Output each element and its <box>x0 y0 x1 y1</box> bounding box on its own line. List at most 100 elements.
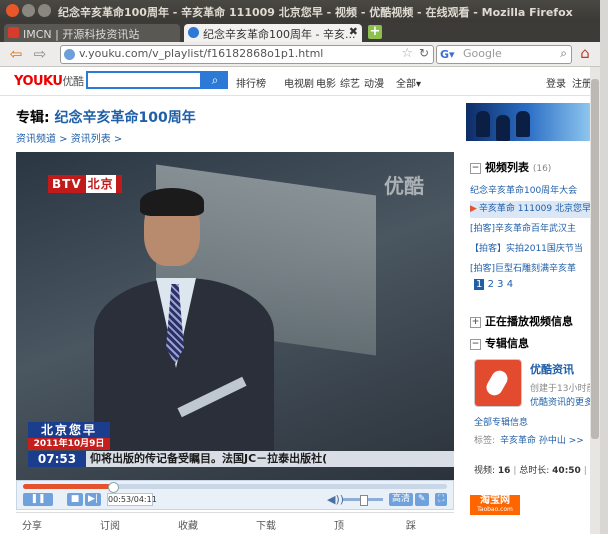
now-playing-section-title[interactable]: + 正在播放视频信息 <box>470 313 590 330</box>
program-date: 2011年10月9日 <box>28 438 110 450</box>
site-identity-icon[interactable] <box>64 49 75 60</box>
taobao-ad[interactable]: 淘宝网 Taobao.com <box>470 495 520 515</box>
next-icon: ▶| <box>88 494 98 504</box>
downvote-action[interactable]: 踩 <box>406 517 416 532</box>
album-info-section-title[interactable]: − 专辑信息 <box>470 335 590 352</box>
youku-logo[interactable]: YOUKU优酷 <box>14 73 84 89</box>
new-tab-button[interactable]: + <box>368 25 382 39</box>
channel-avatar[interactable] <box>474 359 522 407</box>
bookmark-star-icon[interactable]: ☆ <box>401 46 413 61</box>
imcn-favicon-icon <box>8 27 19 38</box>
vertical-scrollbar[interactable] <box>590 67 600 534</box>
upvote-action[interactable]: 顶 <box>334 517 344 532</box>
nav-ranking[interactable]: 排行榜 <box>236 75 266 90</box>
news-ticker: 仰将出版的传记备受瞩目。法国JC－拉泰出版社( <box>86 451 454 467</box>
nav-all[interactable]: 全部▾ <box>396 75 421 90</box>
progress-bar[interactable] <box>23 482 447 493</box>
window-titlebar: 纪念辛亥革命100周年 - 辛亥革命 111009 北京您早 - 视频 - 优酷… <box>0 0 600 22</box>
favorite-action[interactable]: 收藏 <box>178 517 198 532</box>
tab-youku-label: 纪念辛亥革命100周年 - 辛亥... <box>203 28 356 41</box>
search-magnifier-icon[interactable]: ⌕ <box>560 46 567 61</box>
btv-channel-logo: BTV 北京 <box>48 175 122 193</box>
progress-knob[interactable] <box>108 482 120 493</box>
nav-variety[interactable]: 综艺 <box>340 75 360 90</box>
page-link-3[interactable]: 3 <box>497 279 503 290</box>
page-content: YOUKU优酷 ⌕ 排行榜 电视剧 电影 综艺 动漫 全部▾ 登录 注册 专辑:… <box>0 67 600 534</box>
nav-anime[interactable]: 动漫 <box>364 75 384 90</box>
tags-links[interactable]: 辛亥革命 孙中山 >> <box>500 433 584 446</box>
url-bar[interactable]: v.youku.com/v_playlist/f16182868o1p1.htm… <box>60 45 434 64</box>
microphone-icon <box>483 367 511 399</box>
download-action[interactable]: 下载 <box>256 517 276 532</box>
youku-favicon-icon <box>188 27 199 38</box>
video-player[interactable]: BTV 北京 优酷 北京您早 2011年10月9日 07:53 仰将出版的传记备受… <box>16 152 454 480</box>
maximize-window-button[interactable] <box>38 4 51 17</box>
playlist-item[interactable]: [拍客]辛亥革命百年武汉主 <box>470 221 592 238</box>
next-button[interactable]: ▶| <box>85 493 101 506</box>
tab-imcn-label: IMCN | 开源科技资讯站 <box>23 28 140 41</box>
page-link-4[interactable]: 4 <box>507 279 513 290</box>
album-title: 专辑: 纪念辛亥革命100周年 <box>16 110 196 126</box>
tab-bar: IMCN | 开源科技资讯站 纪念辛亥革命100周年 - 辛亥... ✖ <box>0 22 600 42</box>
program-clock: 07:53 <box>28 451 86 467</box>
close-window-button[interactable] <box>6 4 19 17</box>
google-search-engine-icon[interactable]: G▾ <box>440 48 455 61</box>
playlist-item[interactable]: [拍客]巨型石雕刻满辛亥革 <box>470 261 592 278</box>
progress-fill <box>23 484 113 489</box>
playlist-item-current[interactable]: ▶ 辛亥革命 111009 北京您早 <box>470 201 592 218</box>
pause-button[interactable]: ❚❚ <box>23 493 53 506</box>
nav-movies[interactable]: 电影 <box>316 75 336 90</box>
channel-more-link[interactable]: 优酷资讯的更多 <box>530 395 593 408</box>
window-title: 纪念辛亥革命100周年 - 辛亥革命 111009 北京您早 - 视频 - 优酷… <box>58 6 573 19</box>
forward-arrow-icon[interactable]: ⇨ <box>30 45 50 63</box>
pause-icon: ❚❚ <box>30 494 46 504</box>
playlist-item[interactable]: 纪念辛亥革命100周年大会 <box>470 183 592 200</box>
stop-icon: ■ <box>70 494 80 504</box>
back-arrow-icon[interactable]: ⇦ <box>6 45 26 63</box>
search-icon: ⌕ <box>211 73 219 87</box>
volume-knob[interactable] <box>360 495 368 506</box>
collapse-icon[interactable]: − <box>470 162 481 174</box>
login-link[interactable]: 登录 <box>546 75 566 90</box>
share-action[interactable]: 分享 <box>22 517 42 532</box>
all-albums-link[interactable]: 全部专辑信息 <box>474 415 528 428</box>
youku-search-button[interactable]: ⌕ <box>202 71 228 89</box>
minimize-window-button[interactable] <box>22 4 35 17</box>
search-placeholder: Google <box>463 47 502 60</box>
quality-button[interactable]: 高清 <box>389 493 414 506</box>
page-link-2[interactable]: 2 <box>488 279 494 290</box>
nav-tv[interactable]: 电视剧 <box>284 75 314 90</box>
youku-watermark: 优酷 <box>384 174 424 198</box>
now-playing-icon: ▶ <box>470 204 477 214</box>
tab-imcn[interactable]: IMCN | 开源科技资讯站 <box>4 24 180 42</box>
scrollbar-thumb[interactable] <box>591 79 599 439</box>
subscribe-action[interactable]: 订阅 <box>100 517 120 532</box>
video-actions: 分享 订阅 收藏 下载 顶 踩 <box>16 512 454 534</box>
fullscreen-icon[interactable]: ⛶ <box>435 493 448 506</box>
time-display: 00:53/04:11 <box>107 493 157 506</box>
stop-button[interactable]: ■ <box>67 493 83 506</box>
collapse-icon[interactable]: − <box>470 338 481 350</box>
breadcrumb[interactable]: 资讯频道 > 资讯列表 > <box>16 130 122 145</box>
album-stats: 视频: 16 | 总时长: 40:50 | 总播 <box>474 466 600 476</box>
tab-youku[interactable]: 纪念辛亥革命100周年 - 辛亥... ✖ <box>184 24 362 42</box>
youku-search-input[interactable] <box>86 71 202 89</box>
expand-icon[interactable]: + <box>470 316 481 328</box>
volume-slider[interactable] <box>343 495 383 506</box>
reload-icon[interactable]: ↻ <box>419 46 429 60</box>
playlist-pagination: 1 2 3 4 <box>474 279 513 290</box>
playlist-section-title[interactable]: − 视频列表 (16) <box>470 159 590 176</box>
page-link-1[interactable]: 1 <box>474 279 485 290</box>
navigation-toolbar: ⇦ ⇨ v.youku.com/v_playlist/f16182868o1p1… <box>0 42 600 67</box>
news-caption-bar: 北京您早 2011年10月9日 07:53 仰将出版的传记备受瞩目。法国JC－拉… <box>16 418 454 467</box>
promo-banner[interactable] <box>466 103 590 141</box>
channel-name[interactable]: 优酷资讯 <box>530 361 574 377</box>
register-link[interactable]: 注册 <box>572 75 592 90</box>
search-box[interactable]: G▾ Google ⌕ <box>436 45 572 64</box>
settings-icon[interactable]: ✎ <box>415 493 429 506</box>
volume-icon[interactable]: ◀)) <box>327 493 344 506</box>
close-tab-icon[interactable]: ✖ <box>349 25 358 38</box>
playlist-item[interactable]: 【拍客】实拍2011国庆节当 <box>470 241 592 258</box>
desktop-background <box>600 0 608 534</box>
home-icon[interactable]: ⌂ <box>576 44 594 62</box>
